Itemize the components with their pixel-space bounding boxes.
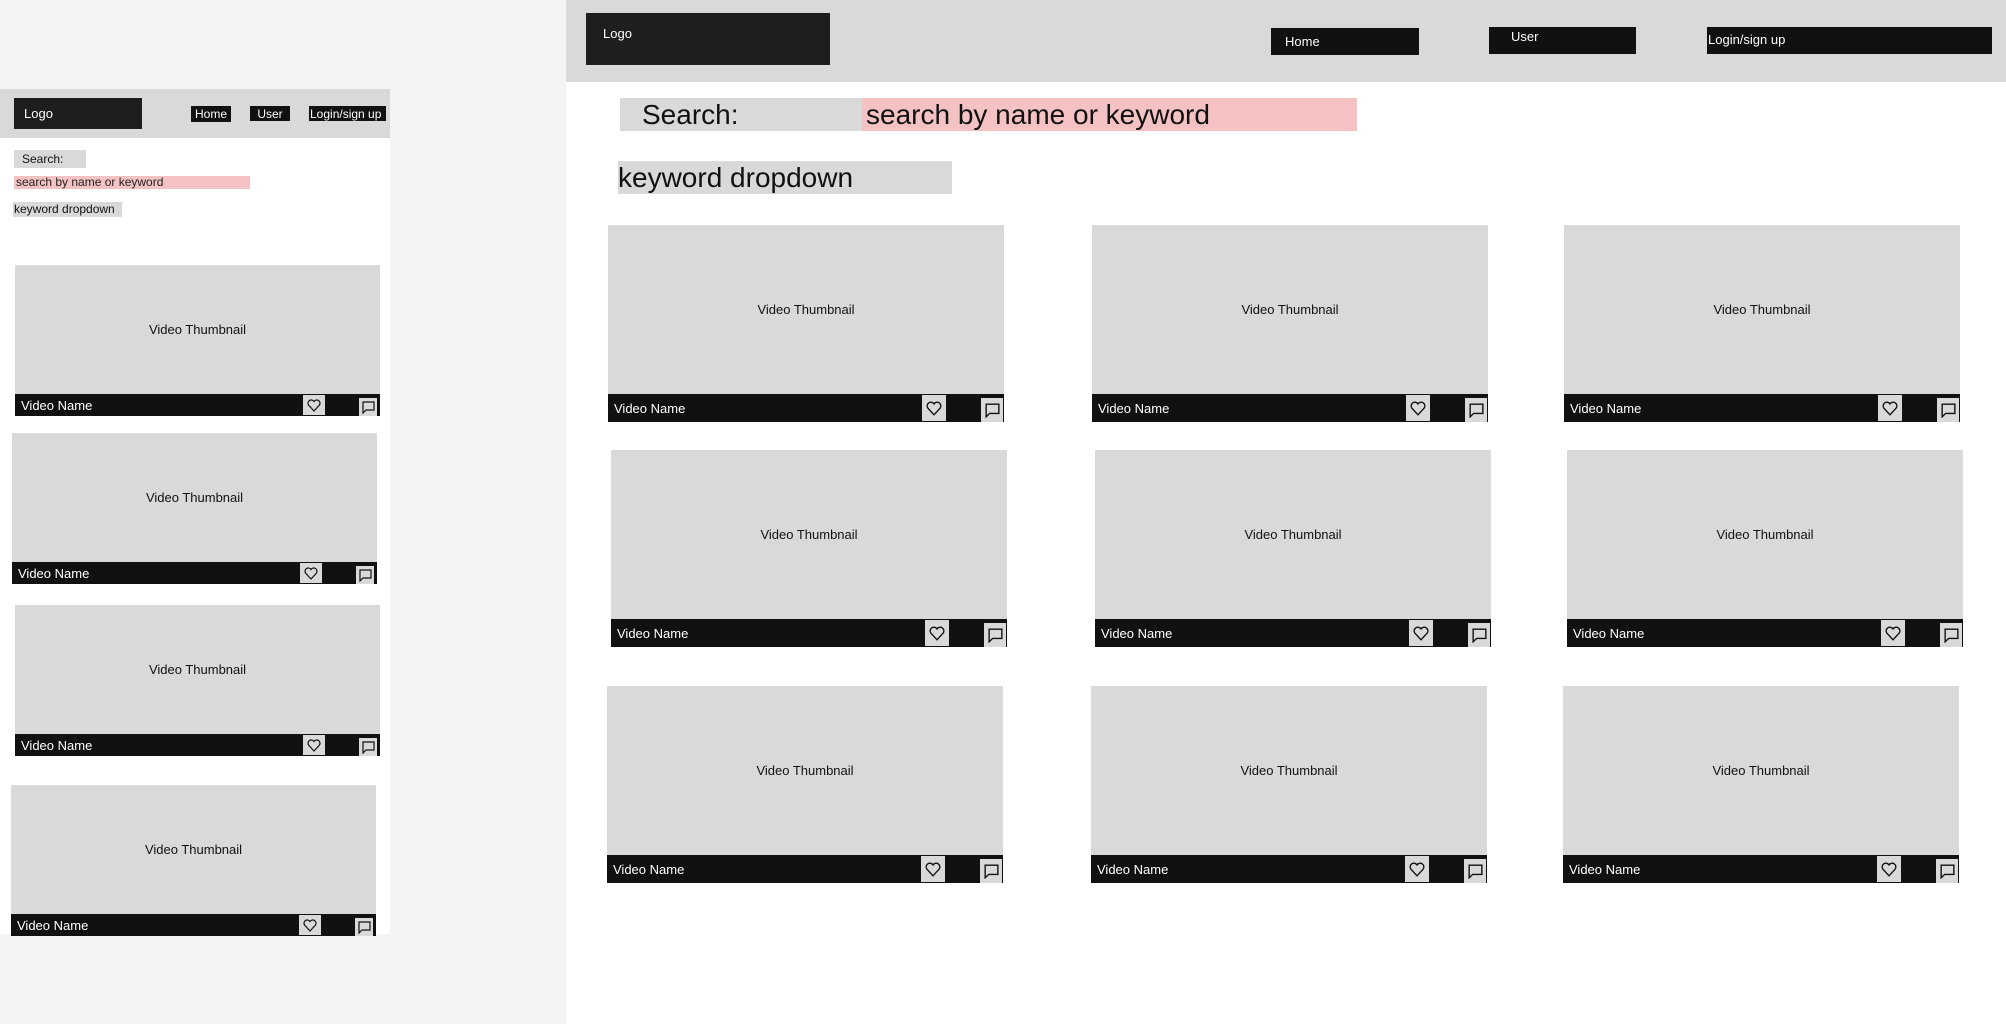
video-thumbnail[interactable]: Video Thumbnail bbox=[1563, 686, 1959, 855]
comment-icon[interactable] bbox=[1937, 398, 1959, 422]
desktop-frame: Logo Home User Login/sign up Search: key… bbox=[566, 0, 2006, 1024]
heart-icon[interactable] bbox=[1877, 856, 1901, 882]
video-card[interactable]: Video Thumbnail Video Name bbox=[1095, 450, 1491, 647]
video-info-bar: Video Name bbox=[611, 619, 1007, 647]
video-card[interactable]: Video Thumbnail Video Name bbox=[608, 225, 1004, 422]
heart-icon[interactable] bbox=[303, 735, 325, 755]
heart-icon[interactable] bbox=[921, 856, 945, 882]
video-card[interactable]: Video Thumbnail Video Name bbox=[11, 785, 376, 936]
nav-login[interactable]: Login/sign up bbox=[1707, 27, 1992, 54]
nav-user[interactable]: User bbox=[250, 106, 290, 121]
video-name[interactable]: Video Name bbox=[1098, 401, 1169, 416]
video-info-bar: Video Name bbox=[11, 914, 376, 936]
keyword-dropdown[interactable]: keyword dropdown bbox=[618, 161, 952, 194]
keyword-dropdown[interactable]: keyword dropdown bbox=[13, 202, 122, 217]
video-name[interactable]: Video Name bbox=[617, 626, 688, 641]
heart-icon[interactable] bbox=[1406, 395, 1430, 421]
video-card[interactable]: Video Thumbnail Video Name bbox=[611, 450, 1007, 647]
video-info-bar: Video Name bbox=[15, 734, 380, 756]
video-card[interactable]: Video Thumbnail Video Name bbox=[15, 605, 380, 756]
video-name[interactable]: Video Name bbox=[614, 401, 685, 416]
video-info-bar: Video Name bbox=[1095, 619, 1491, 647]
desktop-header: Logo Home User Login/sign up bbox=[566, 0, 2006, 82]
video-thumbnail[interactable]: Video Thumbnail bbox=[1092, 225, 1488, 394]
video-name[interactable]: Video Name bbox=[1570, 401, 1641, 416]
logo[interactable]: Logo bbox=[586, 13, 830, 65]
heart-icon[interactable] bbox=[299, 915, 321, 935]
nav-home[interactable]: Home bbox=[191, 106, 231, 122]
heart-icon[interactable] bbox=[1878, 395, 1902, 421]
search-label: Search: bbox=[14, 150, 86, 168]
video-name[interactable]: Video Name bbox=[21, 398, 92, 413]
video-name[interactable]: Video Name bbox=[613, 862, 684, 877]
comment-icon[interactable] bbox=[356, 566, 374, 584]
video-thumbnail[interactable]: Video Thumbnail bbox=[607, 686, 1003, 855]
video-info-bar: Video Name bbox=[15, 394, 380, 416]
video-thumbnail[interactable]: Video Thumbnail bbox=[1567, 450, 1963, 619]
video-name[interactable]: Video Name bbox=[1097, 862, 1168, 877]
search-label: Search: bbox=[620, 98, 866, 131]
video-info-bar: Video Name bbox=[1564, 394, 1960, 422]
comment-icon[interactable] bbox=[980, 859, 1002, 883]
comment-icon[interactable] bbox=[1468, 623, 1490, 647]
video-card[interactable]: Video Thumbnail Video Name bbox=[1564, 225, 1960, 422]
video-card[interactable]: Video Thumbnail Video Name bbox=[607, 686, 1003, 883]
video-name[interactable]: Video Name bbox=[21, 738, 92, 753]
video-card[interactable]: Video Thumbnail Video Name bbox=[1567, 450, 1963, 647]
video-info-bar: Video Name bbox=[1091, 855, 1487, 883]
nav-home[interactable]: Home bbox=[1271, 28, 1419, 55]
video-info-bar: Video Name bbox=[12, 562, 377, 584]
comment-icon[interactable] bbox=[359, 738, 377, 756]
video-info-bar: Video Name bbox=[1563, 855, 1959, 883]
video-thumbnail[interactable]: Video Thumbnail bbox=[611, 450, 1007, 619]
video-card[interactable]: Video Thumbnail Video Name bbox=[1563, 686, 1959, 883]
comment-icon[interactable] bbox=[984, 623, 1006, 647]
video-thumbnail[interactable]: Video Thumbnail bbox=[1095, 450, 1491, 619]
video-thumbnail[interactable]: Video Thumbnail bbox=[608, 225, 1004, 394]
video-name[interactable]: Video Name bbox=[1101, 626, 1172, 641]
video-thumbnail[interactable]: Video Thumbnail bbox=[12, 433, 377, 562]
video-card[interactable]: Video Thumbnail Video Name bbox=[1092, 225, 1488, 422]
video-info-bar: Video Name bbox=[607, 855, 1003, 883]
search-input[interactable] bbox=[14, 176, 250, 189]
search-input[interactable] bbox=[862, 98, 1357, 131]
video-thumbnail[interactable]: Video Thumbnail bbox=[15, 265, 380, 394]
video-info-bar: Video Name bbox=[608, 394, 1004, 422]
nav-user[interactable]: User bbox=[1489, 27, 1636, 54]
comment-icon[interactable] bbox=[355, 918, 373, 936]
heart-icon[interactable] bbox=[300, 563, 322, 583]
heart-icon[interactable] bbox=[925, 620, 949, 646]
comment-icon[interactable] bbox=[981, 398, 1003, 422]
mobile-header: Logo Home User Login/sign up bbox=[0, 89, 390, 138]
video-card[interactable]: Video Thumbnail Video Name bbox=[15, 265, 380, 416]
heart-icon[interactable] bbox=[303, 395, 325, 415]
video-name[interactable]: Video Name bbox=[17, 918, 88, 933]
comment-icon[interactable] bbox=[359, 398, 377, 416]
video-card[interactable]: Video Thumbnail Video Name bbox=[1091, 686, 1487, 883]
heart-icon[interactable] bbox=[1409, 620, 1433, 646]
video-thumbnail[interactable]: Video Thumbnail bbox=[1564, 225, 1960, 394]
video-info-bar: Video Name bbox=[1092, 394, 1488, 422]
logo[interactable]: Logo bbox=[14, 98, 142, 129]
heart-icon[interactable] bbox=[1881, 620, 1905, 646]
heart-icon[interactable] bbox=[922, 395, 946, 421]
comment-icon[interactable] bbox=[1465, 398, 1487, 422]
nav-login[interactable]: Login/sign up bbox=[309, 106, 386, 121]
video-thumbnail[interactable]: Video Thumbnail bbox=[11, 785, 376, 914]
video-name[interactable]: Video Name bbox=[1569, 862, 1640, 877]
video-card[interactable]: Video Thumbnail Video Name bbox=[12, 433, 377, 584]
comment-icon[interactable] bbox=[1936, 859, 1958, 883]
comment-icon[interactable] bbox=[1940, 623, 1962, 647]
heart-icon[interactable] bbox=[1405, 856, 1429, 882]
video-name[interactable]: Video Name bbox=[1573, 626, 1644, 641]
video-info-bar: Video Name bbox=[1567, 619, 1963, 647]
video-name[interactable]: Video Name bbox=[18, 566, 89, 581]
comment-icon[interactable] bbox=[1464, 859, 1486, 883]
video-thumbnail[interactable]: Video Thumbnail bbox=[1091, 686, 1487, 855]
video-thumbnail[interactable]: Video Thumbnail bbox=[15, 605, 380, 734]
